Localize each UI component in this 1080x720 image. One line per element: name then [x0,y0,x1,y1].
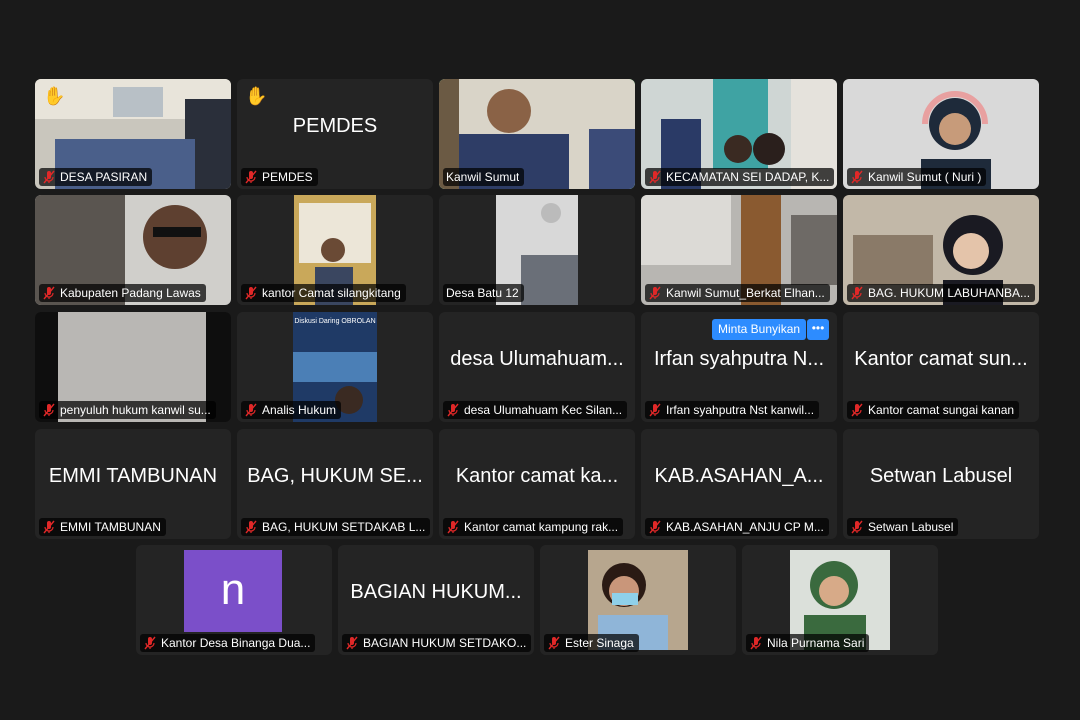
participant-name-label: Ester Sinaga [544,634,639,652]
raised-hand-icon: ✋ [43,86,66,106]
participant-name-label: BAG. HUKUM LABUHANBA... [847,284,1036,302]
muted-mic-icon [851,286,863,300]
participant-name-label: Kantor camat kampung rak... [443,518,624,536]
participant-name-label: penyuluh hukum kanwil su... [39,401,216,419]
participant-tile-kab-asahan[interactable]: KAB.ASAHAN_A... KAB.ASAHAN_ANJU CP M... [641,429,837,539]
participant-tile-kanwil-sumut[interactable]: Kanwil Sumut [439,79,635,189]
participant-tile-desa-batu-12[interactable]: Desa Batu 12 [439,195,635,305]
participant-tile-nila-purnama-sari[interactable]: Nila Purnama Sari [742,545,938,655]
participant-tile-kantor-camat-silangkitang[interactable]: kantor Camat silangkitang [237,195,433,305]
participant-tile-bag-hukum-setdakab[interactable]: BAG, HUKUM SE... BAG, HUKUM SETDAKAB L..… [237,429,433,539]
muted-mic-icon [548,636,560,650]
participant-tile-desa-ulumahuam[interactable]: desa Ulumahuam... desa Ulumahuam Kec Sil… [439,312,635,422]
participant-tile-setwan-labusel[interactable]: Setwan Labusel Setwan Labusel [843,429,1039,539]
participant-avatar: n [184,550,282,632]
participant-name-label: EMMI TAMBUNAN [39,518,166,536]
participant-name-label: KECAMATAN SEI DADAP, K... [645,168,835,186]
muted-mic-icon [245,170,257,184]
participant-name-label: Kantor Desa Binanga Dua... [140,634,316,652]
muted-mic-icon [851,520,863,534]
participant-name-label: Kanwil Sumut_Berkat Elhan... [645,284,830,302]
ask-to-unmute-button[interactable]: Minta Bunyikan [712,319,807,340]
participant-name-label: Nila Purnama Sari [746,634,870,652]
muted-mic-icon [245,520,257,534]
participant-name-label: Setwan Labusel [847,518,959,536]
participant-name-label: Analis Hukum [241,401,342,419]
participant-name-label: desa Ulumahuam Kec Silan... [443,401,628,419]
participant-display-name: BAG, HUKUM SE... [247,465,423,487]
muted-mic-icon [144,636,156,650]
participant-name-label: BAGIAN HUKUM SETDAKO... [342,634,532,652]
muted-mic-icon [43,286,55,300]
participant-display-name: Kantor camat ka... [455,465,619,487]
participant-tile-kanwil-sumut-nuri[interactable]: Kanwil Sumut ( Nuri ) [843,79,1039,189]
muted-mic-icon [649,520,661,534]
participant-tile-kabupaten-padang-lawas[interactable]: Kabupaten Padang Lawas [35,195,231,305]
raised-hand-icon: ✋ [245,86,268,106]
participant-tile-ester-sinaga[interactable]: Ester Sinaga [540,545,736,655]
participant-display-name: EMMI TAMBUNAN [48,465,218,487]
slide-title: Diskusi Daring OBROLAN [294,318,375,325]
participant-name-label: BAG, HUKUM SETDAKAB L... [241,518,431,536]
participant-name-label: KAB.ASAHAN_ANJU CP M... [645,518,829,536]
muted-mic-icon [447,403,459,417]
participant-display-name: desa Ulumahuam... [450,348,624,370]
participant-display-name: Irfan syahputra N... [653,348,825,370]
muted-mic-icon [245,286,257,300]
participant-name-label: Kanwil Sumut [443,168,525,186]
participant-name-label: Kantor camat sungai kanan [847,401,1020,419]
participant-tile-kantor-camat-kampung[interactable]: Kantor camat ka... Kantor camat kampung … [439,429,635,539]
participant-name-label: PEMDES [241,168,318,186]
participant-name-label: kantor Camat silangkitang [241,284,406,302]
participant-display-name: KAB.ASAHAN_A... [654,465,824,487]
participant-tile-bag-hukum-labuhanbatu[interactable]: BAG. HUKUM LABUHANBA... [843,195,1039,305]
muted-mic-icon [346,636,358,650]
participant-tile-bagian-hukum-setdako[interactable]: BAGIAN HUKUM... BAGIAN HUKUM SETDAKO... [338,545,534,655]
participant-tile-emmi-tambunan[interactable]: EMMI TAMBUNAN EMMI TAMBUNAN [35,429,231,539]
muted-mic-icon [649,170,661,184]
muted-mic-icon [245,403,257,417]
participant-display-name: PEMDES [292,115,378,137]
participant-tile-kecamatan-sei-dadap[interactable]: KECAMATAN SEI DADAP, K... [641,79,837,189]
muted-mic-icon [851,403,863,417]
participant-tile-penyuluh-hukum[interactable]: penyuluh hukum kanwil su... [35,312,231,422]
muted-mic-icon [750,636,762,650]
participant-name-label: Kanwil Sumut ( Nuri ) [847,168,987,186]
participant-tile-kanwil-sumut-berkat[interactable]: Kanwil Sumut_Berkat Elhan... [641,195,837,305]
muted-mic-icon [649,403,661,417]
muted-mic-icon [43,403,55,417]
muted-mic-icon [649,286,661,300]
participant-name-label: Desa Batu 12 [443,284,524,302]
participant-tile-kantor-camat-sungai-kanan[interactable]: Kantor camat sun... Kantor camat sungai … [843,312,1039,422]
muted-mic-icon [851,170,863,184]
participant-name-label: DESA PASIRAN [39,168,153,186]
participant-display-name: Kantor camat sun... [854,348,1028,370]
more-options-button[interactable]: ••• [807,319,829,340]
participant-tile-analis-hukum[interactable]: Diskusi Daring OBROLAN Analis Hukum [237,312,433,422]
participant-name-label: Irfan syahputra Nst kanwil... [645,401,820,419]
participant-display-name: Setwan Labusel [869,465,1013,487]
participant-display-name: BAGIAN HUKUM... [350,581,522,603]
participant-tile-irfan-syahputra[interactable]: Minta Bunyikan ••• Irfan syahputra N... … [641,312,837,422]
participant-tile-pemdes[interactable]: ✋ PEMDES PEMDES [237,79,433,189]
muted-mic-icon [447,520,459,534]
participant-name-label: Kabupaten Padang Lawas [39,284,206,302]
muted-mic-icon [43,170,55,184]
participant-tile-desa-pasiran[interactable]: ✋ DESA PASIRAN [35,79,231,189]
participant-tile-kantor-desa-binanga[interactable]: n Kantor Desa Binanga Dua... [136,545,332,655]
muted-mic-icon [43,520,55,534]
